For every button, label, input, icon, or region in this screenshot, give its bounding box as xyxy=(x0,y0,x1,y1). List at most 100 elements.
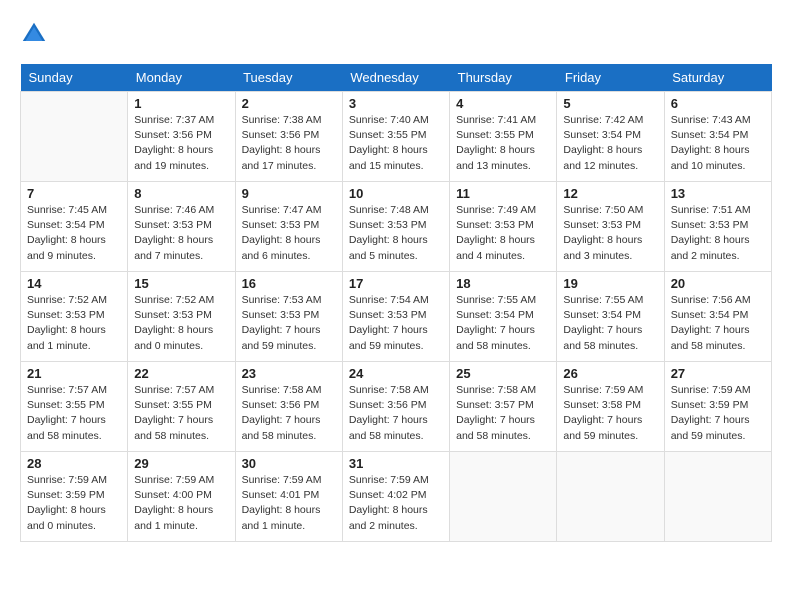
calendar-table: SundayMondayTuesdayWednesdayThursdayFrid… xyxy=(20,64,772,542)
calendar-cell: 1 Sunrise: 7:37 AM Sunset: 3:56 PM Daylig… xyxy=(128,92,235,182)
calendar-cell: 16Sunrise: 7:53 AM Sunset: 3:53 PM Dayli… xyxy=(235,272,342,362)
day-info: Sunrise: 7:40 AM Sunset: 3:55 PM Dayligh… xyxy=(349,113,443,174)
day-info: Sunrise: 7:47 AM Sunset: 3:53 PM Dayligh… xyxy=(242,203,336,264)
calendar-cell: 17 Sunrise: 7:54 AM Sunset: 3:53 PM Dayli… xyxy=(342,272,449,362)
calendar-cell: 28 Sunrise: 7:59 AM Sunset: 3:59 PM Dayli… xyxy=(21,452,128,542)
day-info: Sunrise: 7:54 AM Sunset: 3:53 PM Dayligh… xyxy=(349,293,443,354)
calendar-cell: 5Sunrise: 7:42 AM Sunset: 3:54 PM Daylig… xyxy=(557,92,664,182)
day-info: Sunrise: 7:58 AM Sunset: 3:56 PM Dayligh… xyxy=(242,383,336,444)
calendar-cell: 19 Sunrise: 7:55 AM Sunset: 3:54 PM Dayli… xyxy=(557,272,664,362)
day-info: Sunrise: 7:59 AM Sunset: 4:01 PM Dayligh… xyxy=(242,473,336,534)
day-info: Sunrise: 7:41 AM Sunset: 3:55 PM Dayligh… xyxy=(456,113,550,174)
day-info: Sunrise: 7:58 AM Sunset: 3:57 PM Dayligh… xyxy=(456,383,550,444)
calendar-cell: 30Sunrise: 7:59 AM Sunset: 4:01 PM Dayli… xyxy=(235,452,342,542)
calendar-week-row: 14Sunrise: 7:52 AM Sunset: 3:53 PM Dayli… xyxy=(21,272,772,362)
day-info: Sunrise: 7:52 AM Sunset: 3:53 PM Dayligh… xyxy=(27,293,121,354)
day-info: Sunrise: 7:50 AM Sunset: 3:53 PM Dayligh… xyxy=(563,203,657,264)
calendar-week-row: 28 Sunrise: 7:59 AM Sunset: 3:59 PM Dayli… xyxy=(21,452,772,542)
day-number: 8 xyxy=(134,186,228,201)
calendar-header-tuesday: Tuesday xyxy=(235,64,342,92)
day-info: Sunrise: 7:51 AM Sunset: 3:53 PM Dayligh… xyxy=(671,203,765,264)
calendar-cell: 23 Sunrise: 7:58 AM Sunset: 3:56 PM Dayli… xyxy=(235,362,342,452)
day-number: 13 xyxy=(671,186,765,201)
logo-icon xyxy=(20,20,48,48)
calendar-cell: 4 Sunrise: 7:41 AM Sunset: 3:55 PM Daylig… xyxy=(450,92,557,182)
calendar-header-friday: Friday xyxy=(557,64,664,92)
calendar-cell: 29 Sunrise: 7:59 AM Sunset: 4:00 PM Dayli… xyxy=(128,452,235,542)
day-info: Sunrise: 7:55 AM Sunset: 3:54 PM Dayligh… xyxy=(456,293,550,354)
calendar-cell: 18 Sunrise: 7:55 AM Sunset: 3:54 PM Dayli… xyxy=(450,272,557,362)
day-info: Sunrise: 7:56 AM Sunset: 3:54 PM Dayligh… xyxy=(671,293,765,354)
day-number: 28 xyxy=(27,456,121,471)
day-number: 27 xyxy=(671,366,765,381)
calendar-cell: 9 Sunrise: 7:47 AM Sunset: 3:53 PM Daylig… xyxy=(235,182,342,272)
calendar-cell: 3 Sunrise: 7:40 AM Sunset: 3:55 PM Daylig… xyxy=(342,92,449,182)
day-number: 26 xyxy=(563,366,657,381)
day-number: 29 xyxy=(134,456,228,471)
calendar-cell xyxy=(664,452,771,542)
day-info: Sunrise: 7:58 AM Sunset: 3:56 PM Dayligh… xyxy=(349,383,443,444)
day-info: Sunrise: 7:59 AM Sunset: 4:02 PM Dayligh… xyxy=(349,473,443,534)
calendar-header-row: SundayMondayTuesdayWednesdayThursdayFrid… xyxy=(21,64,772,92)
calendar-cell: 6 Sunrise: 7:43 AM Sunset: 3:54 PM Daylig… xyxy=(664,92,771,182)
calendar-cell: 21 Sunrise: 7:57 AM Sunset: 3:55 PM Dayli… xyxy=(21,362,128,452)
day-info: Sunrise: 7:52 AM Sunset: 3:53 PM Dayligh… xyxy=(134,293,228,354)
calendar-week-row: 21 Sunrise: 7:57 AM Sunset: 3:55 PM Dayli… xyxy=(21,362,772,452)
day-number: 23 xyxy=(242,366,336,381)
calendar-cell: 25 Sunrise: 7:58 AM Sunset: 3:57 PM Dayli… xyxy=(450,362,557,452)
day-number: 3 xyxy=(349,96,443,111)
calendar-header-monday: Monday xyxy=(128,64,235,92)
calendar-cell: 26 Sunrise: 7:59 AM Sunset: 3:58 PM Dayli… xyxy=(557,362,664,452)
calendar-cell: 27 Sunrise: 7:59 AM Sunset: 3:59 PM Dayli… xyxy=(664,362,771,452)
calendar-cell: 15 Sunrise: 7:52 AM Sunset: 3:53 PM Dayli… xyxy=(128,272,235,362)
day-info: Sunrise: 7:57 AM Sunset: 3:55 PM Dayligh… xyxy=(27,383,121,444)
calendar-week-row: 1 Sunrise: 7:37 AM Sunset: 3:56 PM Daylig… xyxy=(21,92,772,182)
day-number: 19 xyxy=(563,276,657,291)
calendar-cell xyxy=(557,452,664,542)
day-number: 18 xyxy=(456,276,550,291)
day-number: 22 xyxy=(134,366,228,381)
day-info: Sunrise: 7:59 AM Sunset: 3:58 PM Dayligh… xyxy=(563,383,657,444)
calendar-cell: 13 Sunrise: 7:51 AM Sunset: 3:53 PM Dayli… xyxy=(664,182,771,272)
calendar-cell: 31 Sunrise: 7:59 AM Sunset: 4:02 PM Dayli… xyxy=(342,452,449,542)
calendar-cell xyxy=(450,452,557,542)
calendar-cell: 24Sunrise: 7:58 AM Sunset: 3:56 PM Dayli… xyxy=(342,362,449,452)
day-info: Sunrise: 7:43 AM Sunset: 3:54 PM Dayligh… xyxy=(671,113,765,174)
day-info: Sunrise: 7:55 AM Sunset: 3:54 PM Dayligh… xyxy=(563,293,657,354)
day-number: 21 xyxy=(27,366,121,381)
calendar-cell: 8 Sunrise: 7:46 AM Sunset: 3:53 PM Daylig… xyxy=(128,182,235,272)
day-number: 15 xyxy=(134,276,228,291)
day-info: Sunrise: 7:59 AM Sunset: 4:00 PM Dayligh… xyxy=(134,473,228,534)
calendar-cell: 7Sunrise: 7:45 AM Sunset: 3:54 PM Daylig… xyxy=(21,182,128,272)
day-info: Sunrise: 7:46 AM Sunset: 3:53 PM Dayligh… xyxy=(134,203,228,264)
calendar-header-saturday: Saturday xyxy=(664,64,771,92)
calendar-cell: 10 Sunrise: 7:48 AM Sunset: 3:53 PM Dayli… xyxy=(342,182,449,272)
calendar-cell: 2Sunrise: 7:38 AM Sunset: 3:56 PM Daylig… xyxy=(235,92,342,182)
day-number: 5 xyxy=(563,96,657,111)
day-info: Sunrise: 7:59 AM Sunset: 3:59 PM Dayligh… xyxy=(671,383,765,444)
day-number: 1 xyxy=(134,96,228,111)
day-info: Sunrise: 7:48 AM Sunset: 3:53 PM Dayligh… xyxy=(349,203,443,264)
calendar-header-sunday: Sunday xyxy=(21,64,128,92)
calendar-header-wednesday: Wednesday xyxy=(342,64,449,92)
day-info: Sunrise: 7:49 AM Sunset: 3:53 PM Dayligh… xyxy=(456,203,550,264)
day-number: 17 xyxy=(349,276,443,291)
day-number: 25 xyxy=(456,366,550,381)
calendar-week-row: 7Sunrise: 7:45 AM Sunset: 3:54 PM Daylig… xyxy=(21,182,772,272)
calendar-cell xyxy=(21,92,128,182)
day-number: 12 xyxy=(563,186,657,201)
day-number: 4 xyxy=(456,96,550,111)
day-info: Sunrise: 7:59 AM Sunset: 3:59 PM Dayligh… xyxy=(27,473,121,534)
calendar-cell: 14Sunrise: 7:52 AM Sunset: 3:53 PM Dayli… xyxy=(21,272,128,362)
calendar-cell: 22 Sunrise: 7:57 AM Sunset: 3:55 PM Dayli… xyxy=(128,362,235,452)
day-info: Sunrise: 7:53 AM Sunset: 3:53 PM Dayligh… xyxy=(242,293,336,354)
day-number: 9 xyxy=(242,186,336,201)
day-number: 10 xyxy=(349,186,443,201)
day-number: 6 xyxy=(671,96,765,111)
day-info: Sunrise: 7:37 AM Sunset: 3:56 PM Dayligh… xyxy=(134,113,228,174)
day-info: Sunrise: 7:57 AM Sunset: 3:55 PM Dayligh… xyxy=(134,383,228,444)
calendar-cell: 20Sunrise: 7:56 AM Sunset: 3:54 PM Dayli… xyxy=(664,272,771,362)
calendar-cell: 12 Sunrise: 7:50 AM Sunset: 3:53 PM Dayli… xyxy=(557,182,664,272)
day-number: 2 xyxy=(242,96,336,111)
day-number: 31 xyxy=(349,456,443,471)
